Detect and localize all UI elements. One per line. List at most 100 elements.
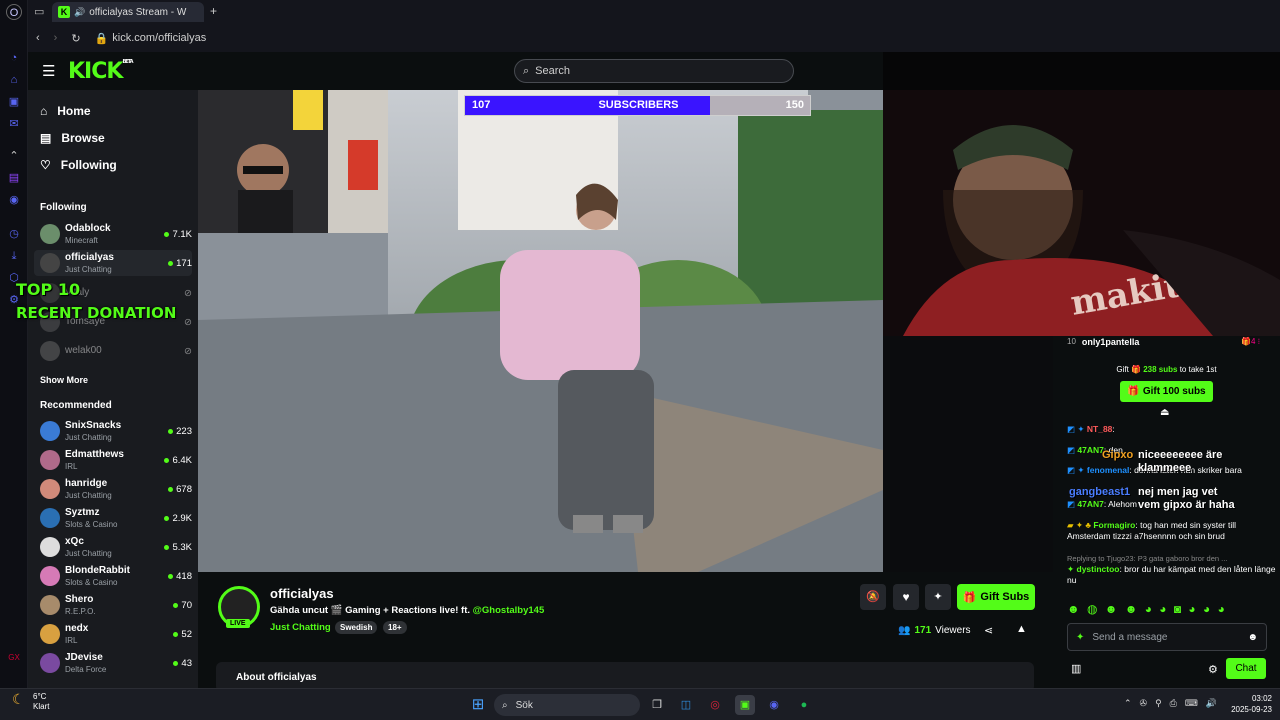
video-player[interactable]: 107 SUBSCRIBERS 150 [198, 90, 883, 572]
recommended-item[interactable]: hanridge Just Chatting 678 [34, 476, 192, 502]
recommended-item[interactable]: Shero R.E.P.O. 70 [34, 592, 192, 618]
show-more-link[interactable]: Show More [40, 375, 88, 385]
sparkle-icon[interactable]: ✦ [925, 584, 951, 610]
share-icon[interactable]: ⋖ [984, 624, 993, 637]
clock[interactable]: 03:02 2025-09-23 [1212, 693, 1272, 715]
gift-subs-button[interactable]: 🎁 Gift Subs [957, 584, 1035, 610]
mention-link[interactable]: @Ghostalby145 [473, 605, 545, 616]
weather-widget[interactable]: 6°C Klart [33, 692, 49, 712]
live-dot-icon [164, 231, 170, 237]
webcam-frame: makita [883, 90, 1280, 336]
opera-gx-icon[interactable]: ◎ [705, 695, 725, 715]
store-icon[interactable]: ▥ [1071, 662, 1081, 675]
tag-18plus[interactable]: 18+ [383, 621, 407, 634]
active-tab[interactable]: K 🔊 officialyas Stream - W [52, 2, 204, 22]
chat-settings-icon[interactable]: ⚙ [1208, 663, 1218, 676]
aria-icon[interactable]: ◔ [6, 50, 22, 66]
opera-logo-icon[interactable]: O [6, 4, 22, 20]
search-input[interactable]: ⌕ Search [514, 59, 794, 83]
live-badge: LIVE [226, 619, 250, 628]
back-icon[interactable]: ‹ [36, 32, 40, 44]
following-item-active[interactable]: officialyas Just Chatting 171 [34, 250, 192, 276]
new-tab-button[interactable]: + [210, 4, 217, 18]
gift-100-subs-button[interactable]: 🎁 Gift 100 subs [1120, 381, 1213, 402]
kick-app-icon[interactable]: ▣ [735, 695, 755, 715]
badge-icon: ◩ ✦ [1067, 424, 1085, 434]
recommended-item[interactable]: Syztmz Slots & Casino 2.9K [34, 505, 192, 531]
recommended-item[interactable]: xQc Just Chatting 5.3K [34, 534, 192, 560]
live-dot-icon [168, 260, 174, 266]
windows-taskbar: ☾ 6°C Klart ⊞ ⌕ Sök ❐ ◫ ◎ ▣ ◉ ● ⌃✇⚲⎙⌨🔊 03… [0, 688, 1280, 720]
chat-send-button[interactable]: Chat [1226, 658, 1266, 679]
history-icon[interactable]: ◷ [6, 226, 22, 242]
reload-icon[interactable]: ↻ [71, 32, 80, 45]
home-icon: ⌂ [40, 104, 48, 118]
weather-moon-icon[interactable]: ☾ [12, 691, 25, 708]
nav-following[interactable]: ♡ Following [40, 158, 117, 172]
live-dot-icon [168, 428, 174, 434]
collapse-icon[interactable]: ⏏ [1160, 407, 1169, 418]
search-icon: ⌕ [502, 699, 508, 711]
search-placeholder: Search [535, 65, 571, 77]
chat-panel: 10 only1pantella 🎁4 ⁝ Gift 🎁 238 subs to… [1053, 336, 1280, 688]
audio-icon[interactable]: 🔊 [74, 7, 85, 18]
discord-taskbar-icon[interactable]: ◉ [764, 695, 784, 715]
mute-notifications-button[interactable]: 🔕 [860, 584, 886, 610]
recommended-item[interactable]: BlondeRabbit Slots & Casino 418 [34, 563, 192, 589]
gift-icon: 🎁 [1127, 386, 1140, 397]
emoji-icon[interactable]: ☻ [1247, 632, 1258, 643]
avatar [40, 224, 60, 244]
recommended-item[interactable]: Edmatthews IRL 6.4K [34, 447, 192, 473]
live-dot-icon [168, 486, 174, 492]
kick-logo[interactable]: KICKBETA [68, 59, 134, 84]
live-dot-icon [164, 515, 170, 521]
url-field[interactable]: kick.com/officialyas [112, 32, 206, 44]
badge-icon: ✦ [1067, 564, 1075, 574]
discord-icon[interactable]: ◉ [6, 192, 22, 208]
system-tray-icons[interactable]: ⌃✇⚲⎙⌨🔊 [1124, 698, 1225, 709]
pinned-leader: 10 only1pantella [1067, 337, 1140, 347]
nav-home[interactable]: ⌂ Home [40, 104, 91, 118]
pinboard-icon[interactable]: ⌃ [6, 148, 22, 164]
messenger-icon[interactable]: ▣ [6, 94, 22, 110]
streamer-name[interactable]: officialyas [270, 586, 334, 601]
mail-icon[interactable]: ✉ [6, 116, 22, 132]
taskbar-search[interactable]: ⌕ Sök [494, 694, 640, 716]
browse-icon: ▤ [40, 131, 52, 145]
tag-swedish[interactable]: Swedish [335, 621, 378, 634]
recommended-item[interactable]: JDevise Delta Force 43 [34, 650, 192, 676]
outlook-icon[interactable]: ◫ [676, 695, 696, 715]
avatar [40, 566, 60, 586]
downloads-icon[interactable]: ⤓ [6, 248, 22, 264]
spotify-icon[interactable]: ● [794, 695, 814, 715]
twitch-icon[interactable]: ▤ [6, 170, 22, 186]
chat-input[interactable]: ✦ Send a message ☻ [1067, 623, 1267, 651]
badge-icon: ◩ ✦ [1067, 465, 1085, 475]
avatar [40, 508, 60, 528]
browser-sidebar: O ◔ ⌂ ▣ ✉ ⌃ ▤ ◉ ◷ ⤓ ⬡ ⚙ GX [0, 0, 28, 688]
recommended-item[interactable]: SnixSnacks Just Chatting 223 [34, 418, 192, 444]
gx-icon[interactable]: GX [6, 650, 22, 666]
emote-bar[interactable]: ☻ ◍ ☻ ☻ ◕ ◕ ◙ ◕ ◕ ◕ [1067, 602, 1227, 616]
about-title: About officialyas [236, 672, 317, 683]
viewers-icon: 👥 [898, 625, 911, 636]
category-link[interactable]: Just Chatting [270, 622, 331, 633]
badge-icon: ◩ [1067, 499, 1076, 509]
windows-start-icon[interactable]: ⊞ [468, 695, 488, 715]
following-item[interactable]: Odablock Minecraft 7.1K [34, 221, 192, 247]
following-item-offline[interactable]: welak00 ⊘ [34, 338, 192, 364]
recommended-item[interactable]: nedx IRL 52 [34, 621, 192, 647]
nav-browse[interactable]: ▤ Browse [40, 131, 105, 145]
forward-icon[interactable]: › [54, 32, 58, 44]
badge-icon: ◩ [1067, 445, 1076, 455]
address-bar: ‹ › ↻ 🔒 kick.com/officialyas [28, 24, 1280, 52]
overlay-chat-user: Gipxo [1102, 449, 1134, 461]
tab-menu-icon[interactable]: ▭ [34, 5, 44, 18]
hamburger-menu-icon[interactable]: ☰ [42, 62, 55, 80]
follow-heart-button[interactable]: ♥ [893, 584, 919, 610]
report-icon[interactable]: ▲ [1016, 623, 1027, 635]
workspace-icon[interactable]: ⌂ [6, 72, 22, 88]
live-dot-icon [164, 544, 170, 550]
viewer-count: 👥 171 Viewers [898, 625, 971, 636]
task-view-icon[interactable]: ❐ [647, 695, 667, 715]
